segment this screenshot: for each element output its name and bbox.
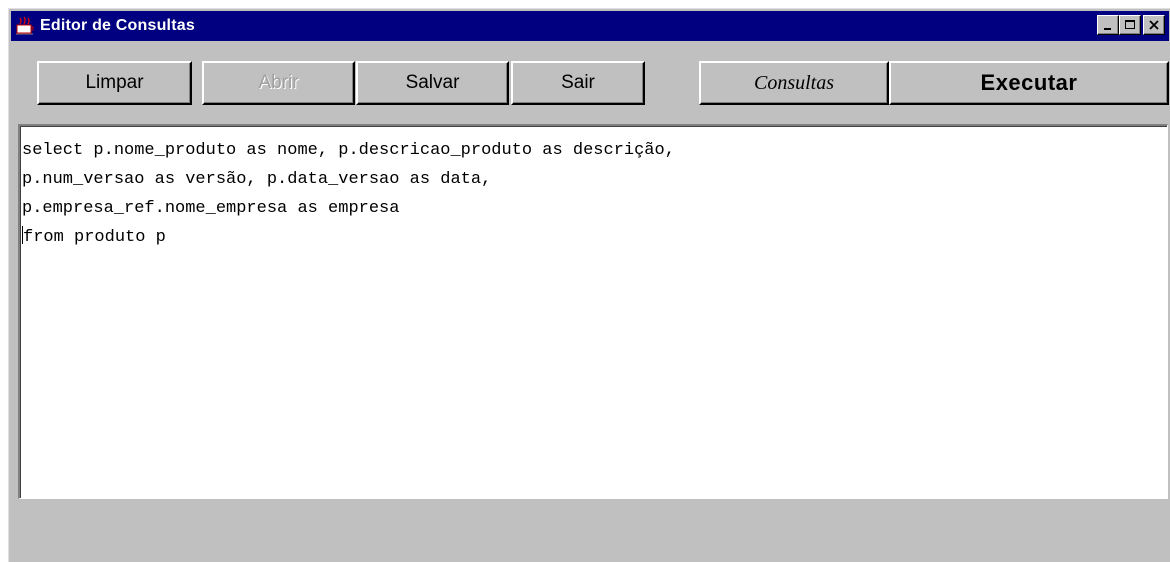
code-line: select p.nome_produto as nome, p.descric… (22, 141, 675, 160)
minimize-icon (1104, 28, 1111, 30)
close-icon (1149, 20, 1159, 30)
toolbar: Limpar Abrir Salvar Sair Consultas Execu… (11, 45, 1169, 125)
abrir-button[interactable]: Abrir (202, 61, 355, 105)
java-cup-icon (16, 16, 34, 35)
window-title: Editor de Consultas (40, 17, 195, 34)
maximize-icon (1125, 20, 1135, 29)
minimize-button[interactable] (1097, 15, 1119, 35)
editor-window: Editor de Consultas Limpar Abrir Salvar … (8, 8, 1170, 562)
code-line-last: from produto p (22, 223, 1167, 252)
maximize-button[interactable] (1119, 15, 1141, 35)
code-line-text: from produto p (23, 228, 166, 247)
window-controls (1097, 15, 1165, 35)
query-editor[interactable]: select p.nome_produto as nome, p.descric… (18, 124, 1168, 499)
code-line: p.empresa_ref.nome_empresa as empresa (22, 199, 400, 218)
consultas-button[interactable]: Consultas (699, 61, 889, 105)
executar-button[interactable]: Executar (889, 61, 1169, 105)
salvar-button[interactable]: Salvar (356, 61, 509, 105)
close-button[interactable] (1143, 15, 1165, 35)
limpar-button[interactable]: Limpar (37, 61, 192, 105)
code-line: p.num_versao as versão, p.data_versao as… (22, 170, 492, 189)
sair-button[interactable]: Sair (511, 61, 645, 105)
title-bar[interactable]: Editor de Consultas (11, 11, 1169, 41)
